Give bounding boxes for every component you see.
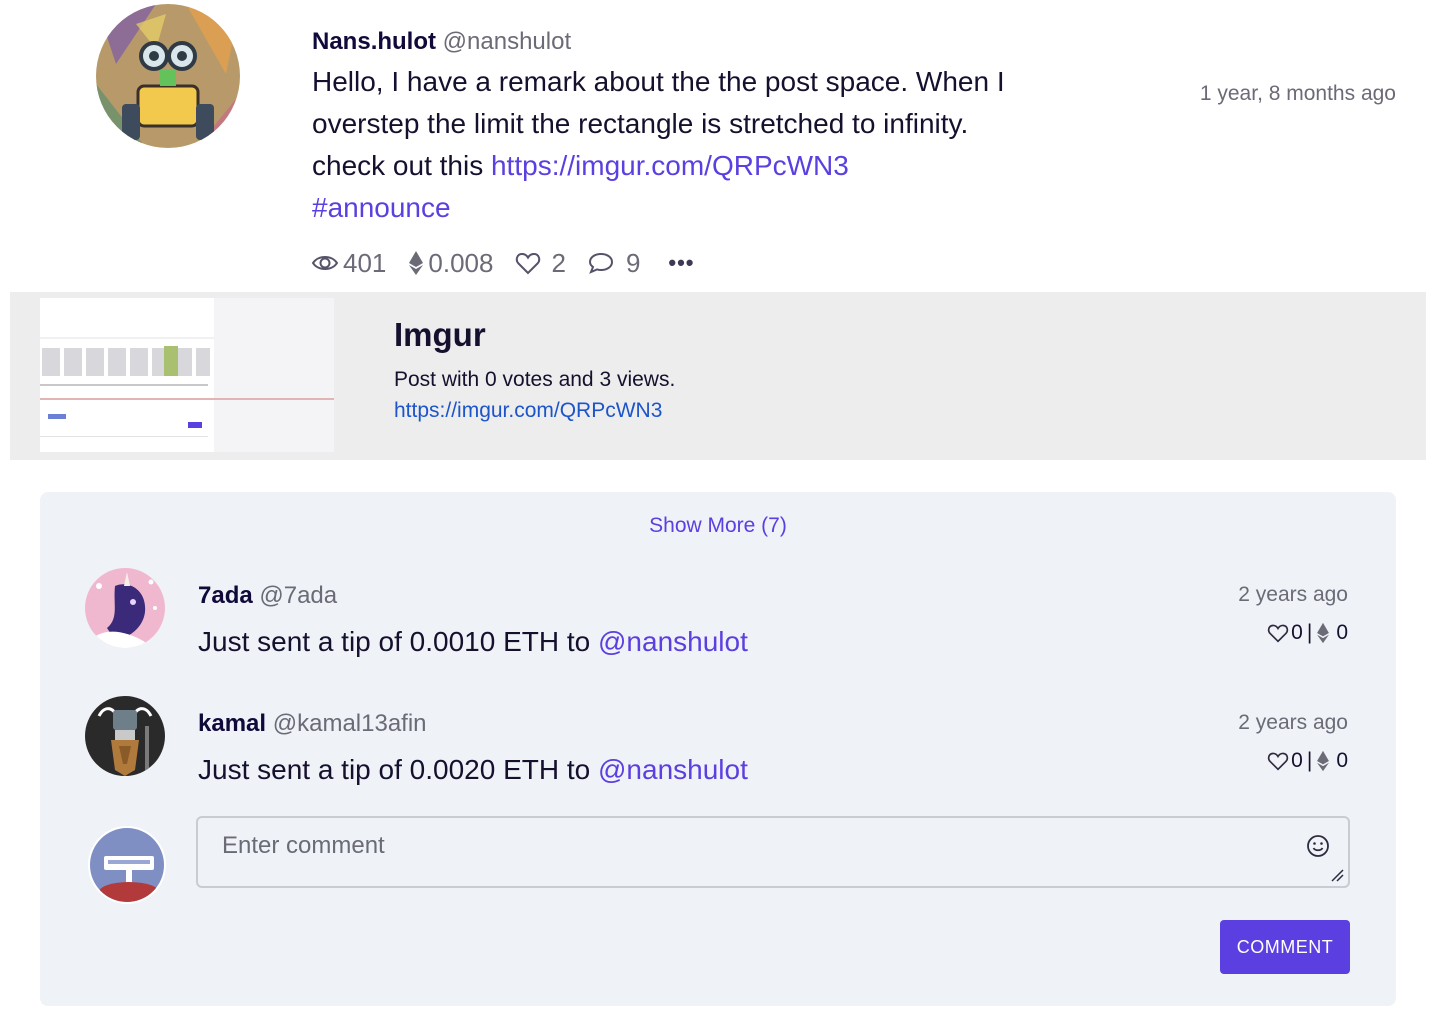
- comment-actions-separator: |: [1306, 621, 1313, 644]
- comments-count: 9: [625, 247, 641, 278]
- post-timestamp: 1 year, 8 months ago: [1199, 82, 1396, 105]
- comment-text: Just sent a tip of 0.0010 ETH to @nanshu…: [198, 626, 748, 658]
- post-author-avatar[interactable]: [96, 4, 240, 148]
- ethereum-icon: [409, 251, 424, 275]
- likes-stat[interactable]: 2: [515, 247, 566, 279]
- commenter-handle[interactable]: @kamal13afin: [273, 710, 427, 737]
- comment-input-box: [196, 816, 1350, 888]
- comment-header: kamal @kamal13afin: [198, 710, 427, 738]
- link-preview-description: Post with 0 votes and 3 views.: [394, 368, 676, 391]
- submit-comment-button[interactable]: COMMENT: [1220, 920, 1350, 974]
- commenter-name[interactable]: 7ada: [198, 582, 253, 609]
- comment-text-prefix: Just sent a tip of 0.0020 ETH to: [198, 754, 591, 785]
- commenter-avatar[interactable]: [85, 568, 165, 648]
- comments-stat[interactable]: 9: [588, 248, 640, 279]
- link-preview-title[interactable]: Imgur: [394, 316, 486, 354]
- eth-tip-stat[interactable]: 0.008: [408, 248, 493, 279]
- comment-timestamp: 2 years ago: [1238, 583, 1348, 606]
- show-more-comments-link[interactable]: Show More (7): [40, 514, 1396, 538]
- heart-icon: [516, 252, 541, 275]
- current-user-avatar[interactable]: [88, 826, 166, 904]
- comment-item: kamal @kamal13afin Just sent a tip of 0.…: [40, 696, 1396, 786]
- post-author-handle[interactable]: @nanshulot: [443, 28, 571, 55]
- comment-actions-separator: |: [1306, 749, 1313, 772]
- comment-likes-count: 0: [1291, 749, 1303, 772]
- eth-tip-amount: 0.008: [428, 247, 494, 278]
- post-author-name[interactable]: Nans.hulot: [312, 28, 436, 55]
- comment-input[interactable]: [198, 818, 1348, 886]
- chat-bubble-icon: [588, 252, 613, 274]
- post-hashtag-line: #announce: [312, 187, 1072, 229]
- ethereum-icon[interactable]: [1316, 622, 1330, 644]
- link-preview-thumbnail: [40, 298, 334, 452]
- comment-header: 7ada @7ada: [198, 582, 337, 610]
- emoji-smile-icon[interactable]: [1306, 834, 1330, 858]
- post-header: Nans.hulot @nanshulot: [312, 27, 571, 57]
- post-hashtag[interactable]: #announce: [312, 192, 451, 223]
- comment-actions: 0 | 0: [1267, 621, 1348, 645]
- comment-item: 7ada @7ada Just sent a tip of 0.0010 ETH…: [40, 568, 1396, 658]
- views-count: 401: [343, 247, 387, 278]
- comment-mention-link[interactable]: @nanshulot: [598, 754, 748, 785]
- comment-eth-count: 0: [1336, 749, 1348, 772]
- more-dots-icon[interactable]: •••: [668, 250, 694, 276]
- post-link[interactable]: https://imgur.com/QRPcWN3: [491, 150, 849, 181]
- post-text-line: check out this https://imgur.com/QRPcWN3: [312, 145, 1072, 187]
- comment-text-prefix: Just sent a tip of 0.0010 ETH to: [198, 626, 591, 657]
- commenter-avatar[interactable]: [85, 696, 165, 776]
- heart-icon[interactable]: [1267, 751, 1289, 771]
- comment-actions: 0 | 0: [1267, 749, 1348, 773]
- comments-panel: Show More (7) 7ada @7ada Just sent a tip…: [40, 492, 1396, 1006]
- likes-count: 2: [551, 247, 566, 278]
- link-preview-card[interactable]: Imgur Post with 0 votes and 3 views. htt…: [10, 292, 1426, 460]
- resize-handle-icon[interactable]: [1330, 868, 1344, 882]
- eye-icon: [311, 256, 339, 270]
- post-stats-bar: 401 0.008 2 9 •••: [311, 246, 695, 280]
- comment-mention-link[interactable]: @nanshulot: [598, 626, 748, 657]
- post-text-prefix: check out this: [312, 150, 484, 181]
- commenter-handle[interactable]: @7ada: [259, 582, 337, 609]
- heart-icon[interactable]: [1267, 623, 1289, 643]
- ethereum-icon[interactable]: [1316, 750, 1330, 772]
- post-text-line: Hello, I have a remark about the the pos…: [312, 66, 1005, 97]
- post-text-line: overstep the limit the rectangle is stre…: [312, 108, 969, 139]
- comment-likes-count: 0: [1291, 621, 1303, 644]
- comment-text: Just sent a tip of 0.0020 ETH to @nanshu…: [198, 754, 748, 786]
- comment-timestamp: 2 years ago: [1238, 711, 1348, 734]
- views-stat: 401: [311, 248, 386, 279]
- commenter-name[interactable]: kamal: [198, 710, 266, 737]
- comment-eth-count: 0: [1336, 621, 1348, 644]
- link-preview-url[interactable]: https://imgur.com/QRPcWN3: [394, 399, 662, 423]
- post-body: Hello, I have a remark about the the pos…: [312, 61, 1072, 229]
